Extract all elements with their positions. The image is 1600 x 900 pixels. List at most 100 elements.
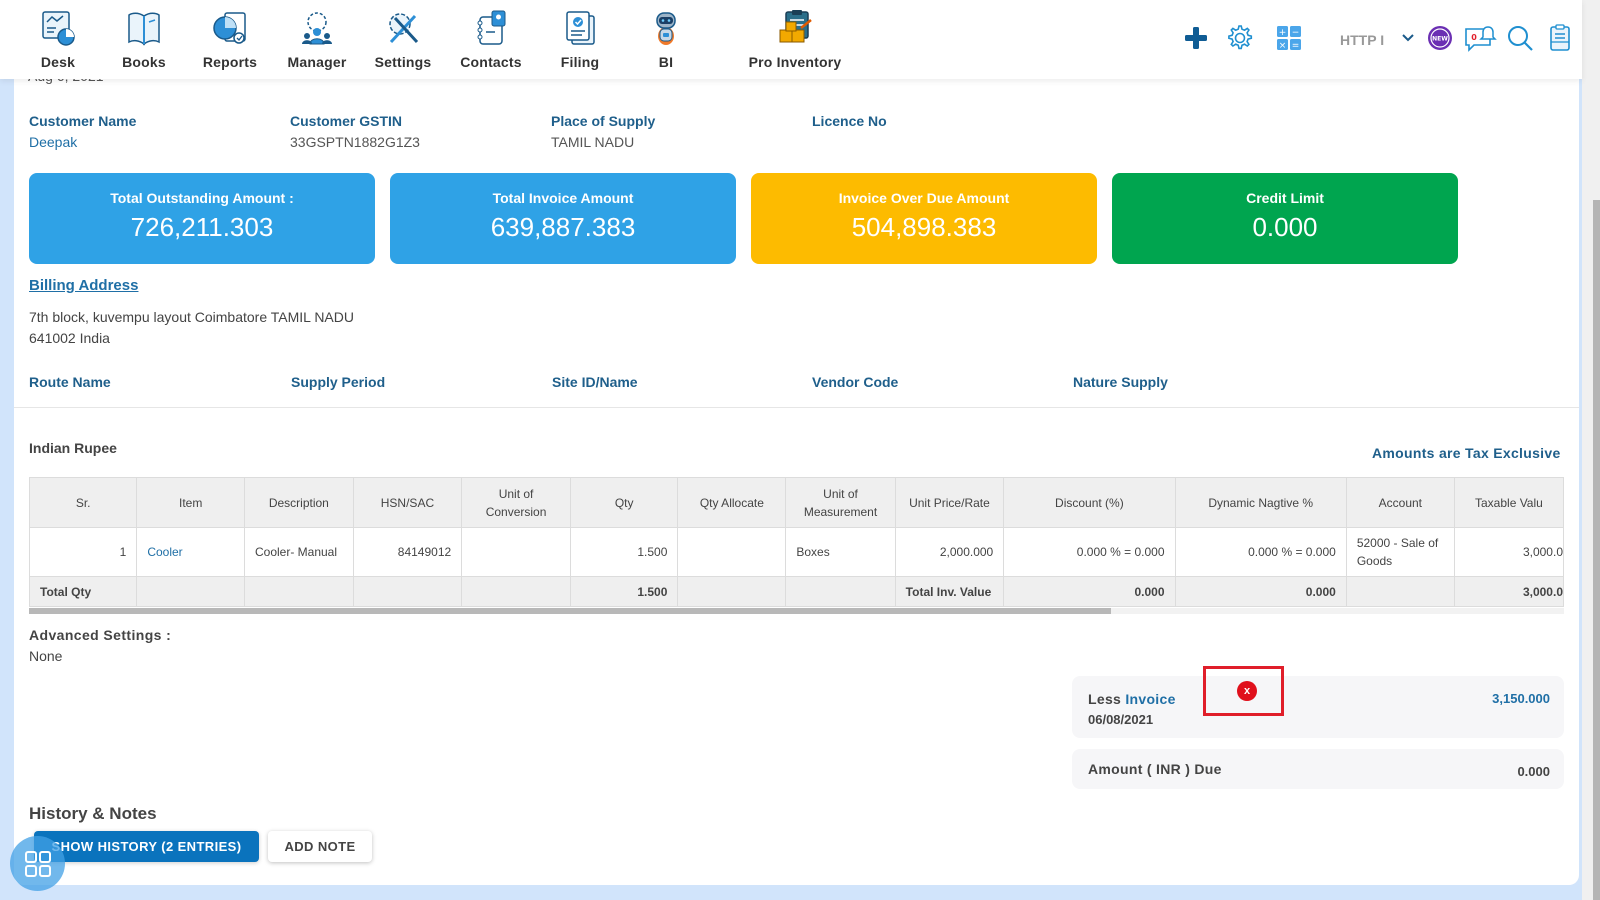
cell-qty-allocate: [677, 527, 787, 577]
col-header-uom: Unit of Measurement: [785, 477, 896, 528]
nav-desk-label: Desk: [40, 54, 76, 70]
place-of-supply-value: TAMIL NADU: [551, 134, 635, 150]
svg-text:+: +: [1279, 28, 1287, 38]
cell-taxable: 3,000.0: [1453, 527, 1564, 577]
customer-gstin-label: Customer GSTIN: [290, 113, 403, 129]
cell-qty: 1.500: [569, 527, 679, 577]
billing-address-link[interactable]: Billing Address: [29, 277, 138, 294]
nav-reports-label: Reports: [202, 54, 258, 70]
table-row: 1 Cooler Cooler- Manual 84149012 1.500 B…: [29, 527, 1564, 577]
col-header-dynamic: Dynamic Nagtive %: [1174, 477, 1347, 528]
col-header-taxable: Taxable Valu: [1453, 477, 1564, 528]
vendor-code-label: Vendor Code: [812, 374, 899, 390]
total-invoice-card: Total Invoice Amount 639,887.383: [390, 173, 736, 264]
grid-apps-icon: [24, 850, 51, 877]
col-header-item: Item: [136, 477, 245, 528]
col-header-unit-conversion: Unit of Conversion: [461, 477, 571, 528]
nav-filing-label: Filing: [560, 54, 600, 70]
total-qty-label: Total Qty: [29, 576, 138, 607]
credit-limit-card: Credit Limit 0.000: [1112, 173, 1458, 264]
calculator-button[interactable]: + − × =: [1273, 22, 1305, 54]
customer-name-label: Customer Name: [29, 113, 137, 129]
add-note-button[interactable]: ADD NOTE: [268, 831, 372, 862]
total-inv-value-label: Total Inv. Value: [894, 576, 1005, 607]
organization-selector-label[interactable]: HTTP I: [1340, 32, 1388, 48]
search-icon: [1508, 26, 1533, 51]
chat-bell-icon: 0: [1465, 26, 1497, 52]
cell-uom: Boxes: [785, 527, 896, 577]
contacts-icon: [477, 10, 506, 45]
cell-discount: 0.000 % = 0.000: [1003, 527, 1176, 577]
table-horizontal-scrollbar-thumb[interactable]: [29, 608, 1111, 614]
nav-pro-inventory-label: Pro Inventory: [748, 54, 842, 70]
nav-reports[interactable]: Reports: [185, 8, 275, 70]
history-notes-title: History & Notes: [29, 804, 157, 823]
manager-icon: [302, 12, 332, 45]
total-dynamic: 0.000: [1174, 576, 1347, 607]
customer-gstin-value: 33GSPTN1882G1Z3: [290, 134, 420, 150]
cell-unit-conversion: [461, 527, 571, 577]
advanced-settings-value: None: [29, 648, 63, 664]
cell-dynamic: 0.000 % = 0.000: [1174, 527, 1347, 577]
remove-payment-button[interactable]: x: [1237, 681, 1257, 701]
nav-settings[interactable]: Settings: [358, 8, 448, 70]
nav-filing[interactable]: Filing: [535, 8, 625, 70]
nav-manager[interactable]: Manager: [272, 8, 362, 70]
billing-address-line1: 7th block, kuvempu layout Coimbatore TAM…: [29, 309, 354, 325]
add-button[interactable]: [1180, 22, 1212, 54]
less-invoice-text: Less Invoice: [1088, 691, 1176, 707]
whats-new-button[interactable]: NEW: [1424, 22, 1456, 54]
nav-desk[interactable]: Desk: [13, 8, 103, 70]
invoice-link[interactable]: Invoice: [1125, 691, 1175, 707]
organization-dropdown[interactable]: [1392, 22, 1424, 54]
search-button[interactable]: [1504, 22, 1536, 54]
nav-books-label: Books: [122, 54, 166, 70]
table-header-row: Sr. Item Description HSN/SAC Unit of Con…: [29, 477, 1564, 528]
show-history-button[interactable]: SHOW HISTORY (2 ENTRIES): [34, 831, 259, 862]
card-value: 726,211.303: [130, 212, 274, 242]
nav-contacts[interactable]: Contacts: [446, 8, 536, 70]
plus-icon: [1185, 27, 1207, 49]
supply-period-label: Supply Period: [291, 374, 386, 390]
card-title: Credit Limit: [1246, 190, 1324, 206]
line-items-table: Sr. Item Description HSN/SAC Unit of Con…: [29, 477, 1564, 607]
apps-menu-button[interactable]: [10, 836, 65, 891]
settings-button[interactable]: [1223, 22, 1255, 54]
advanced-settings-label: Advanced Settings :: [29, 627, 172, 643]
card-value: 0.000: [1252, 212, 1318, 242]
less-invoice-row: Less Invoice 06/08/2021 3,150.000: [1072, 676, 1564, 738]
less-invoice-date: 06/08/2021: [1088, 712, 1154, 727]
customer-name-link[interactable]: Deepak: [29, 134, 77, 150]
vertical-scrollbar-thumb[interactable]: [1593, 200, 1600, 900]
svg-text:NEW: NEW: [1432, 36, 1448, 43]
nav-books[interactable]: Books: [99, 8, 189, 70]
less-prefix: Less: [1088, 691, 1122, 707]
less-invoice-amount[interactable]: 3,150.000: [1492, 691, 1550, 706]
col-header-rate: Unit Price/Rate: [894, 477, 1005, 528]
reports-icon: [213, 12, 246, 44]
nav-manager-label: Manager: [287, 54, 347, 70]
settings-icon: [389, 13, 419, 44]
col-header-discount: Discount (%): [1003, 477, 1176, 528]
cell-item-link[interactable]: Cooler: [136, 527, 245, 577]
section-divider: [14, 407, 1579, 408]
calculator-icon: + −× =: [1277, 26, 1301, 51]
col-header-account: Account: [1345, 477, 1455, 528]
card-value: 504,898.383: [851, 212, 997, 242]
amount-due-row: Amount ( INR ) Due 0.000: [1072, 749, 1564, 789]
svg-text:=: =: [1292, 41, 1300, 51]
books-icon: [128, 12, 160, 46]
nature-supply-label: Nature Supply: [1073, 374, 1168, 390]
tax-mode-label: Amounts are Tax Exclusive: [1372, 445, 1561, 461]
nav-pro-inventory[interactable]: Pro Inventory: [740, 8, 850, 70]
nav-bi[interactable]: BI: [621, 8, 711, 70]
clipboard-icon: [1550, 24, 1570, 51]
col-header-qty: Qty: [569, 477, 679, 528]
cell-account: 52000 - Sale of Goods: [1345, 527, 1455, 577]
total-qty-value: 1.500: [569, 576, 679, 607]
documents-button[interactable]: [1544, 22, 1576, 54]
notifications-button[interactable]: 0: [1463, 22, 1499, 54]
site-id-label: Site ID/Name: [552, 374, 638, 390]
card-title: Total Outstanding Amount :: [110, 190, 294, 206]
cell-rate: 2,000.000: [894, 527, 1005, 577]
